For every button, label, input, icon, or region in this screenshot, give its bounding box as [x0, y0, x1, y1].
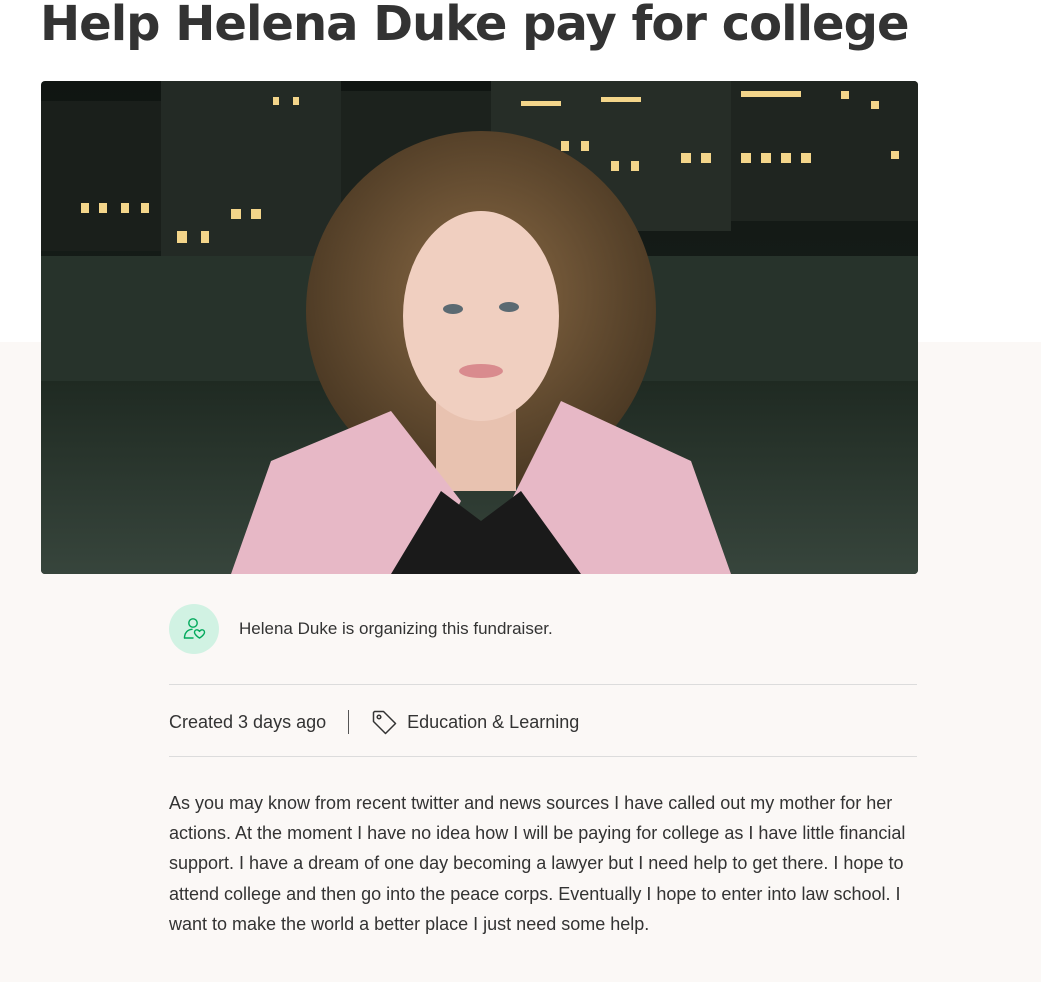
- created-date: Created 3 days ago: [169, 711, 327, 732]
- organizer-info: Helena Duke is organizing this fundraise…: [169, 604, 553, 654]
- hero-image[interactable]: [41, 81, 918, 574]
- category-label: Education & Learning: [407, 711, 580, 732]
- tag-icon: [371, 709, 398, 736]
- organizer-text: Helena Duke is organizing this fundraise…: [239, 619, 553, 638]
- divider-bottom: [169, 756, 917, 757]
- person-heart-icon: [169, 604, 219, 654]
- fundraiser-meta: Created 3 days ago Education & Learning: [169, 706, 579, 738]
- divider-top: [169, 684, 917, 685]
- category-link[interactable]: Education & Learning: [371, 709, 579, 736]
- fundraiser-story: As you may know from recent twitter and …: [169, 793, 906, 934]
- meta-separator: [348, 710, 350, 734]
- page-title: Help Helena Duke pay for college: [40, 0, 909, 52]
- hero-photo: [41, 81, 918, 574]
